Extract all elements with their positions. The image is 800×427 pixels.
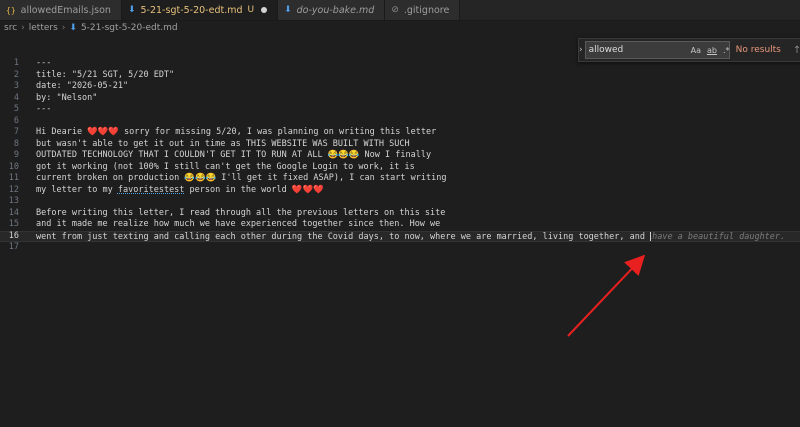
arrow-line xyxy=(567,254,646,337)
red-arrow-annotation xyxy=(567,254,646,337)
